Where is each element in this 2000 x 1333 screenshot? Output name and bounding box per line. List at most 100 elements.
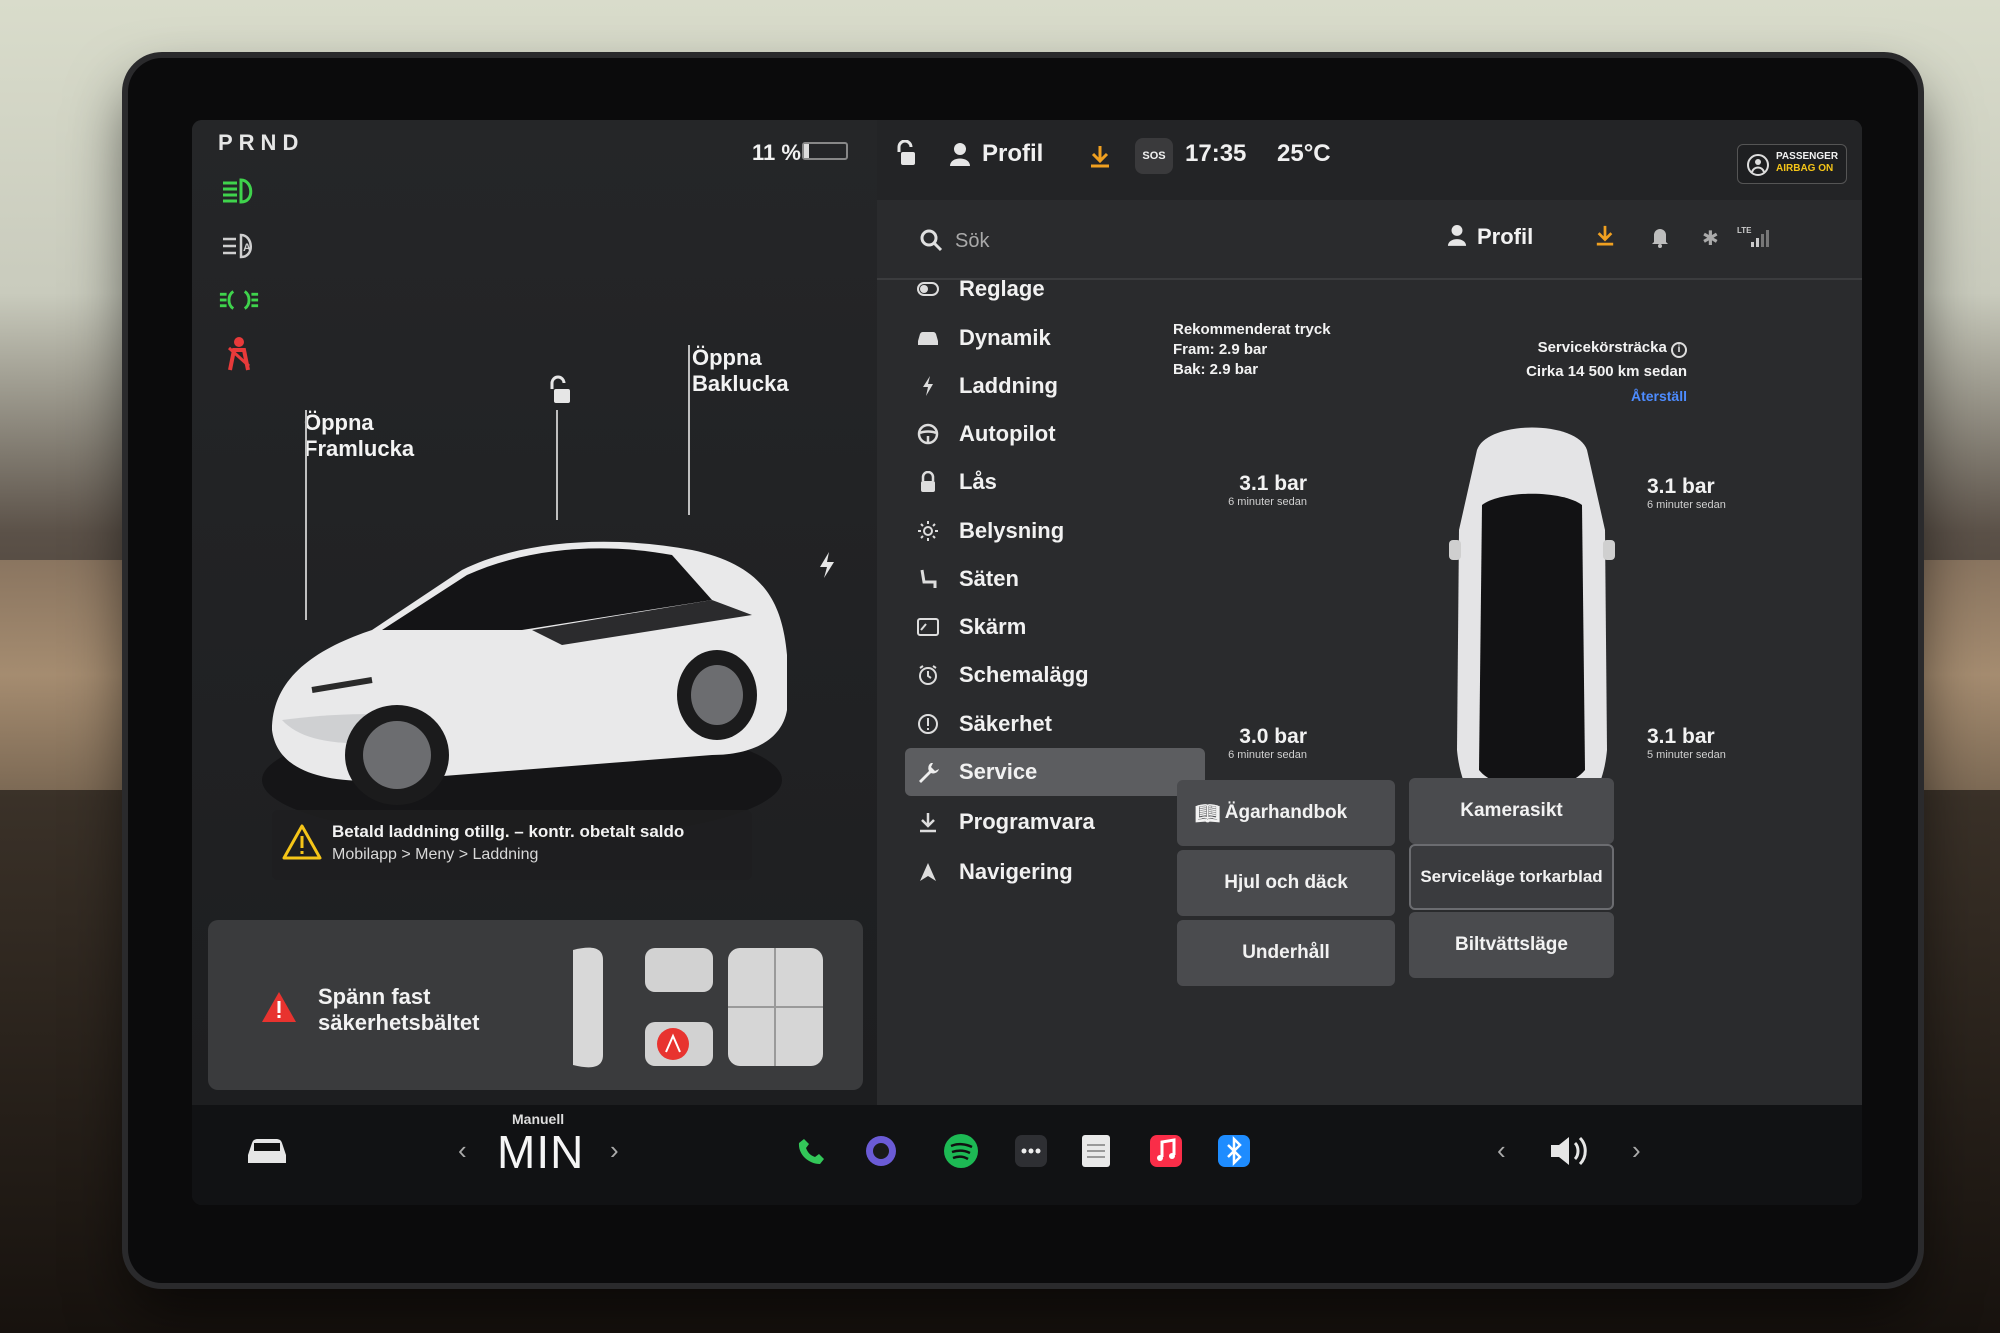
temp-increase-icon[interactable]: › <box>610 1135 619 1166</box>
lock-icon <box>905 471 951 493</box>
owners-manual-button[interactable]: 📖︎ Ägarhandbok <box>1177 780 1395 846</box>
menu-item-label: Schemalägg <box>959 662 1089 687</box>
menu-item-navigering[interactable]: Navigering <box>905 848 1205 896</box>
menu-item-säten[interactable]: Säten <box>905 555 1205 603</box>
bluetooth-icon[interactable] <box>1210 1127 1258 1175</box>
svg-text:LTE: LTE <box>1737 226 1752 235</box>
menu-item-autopilot[interactable]: Autopilot <box>905 410 1205 458</box>
svg-text:A: A <box>243 242 251 254</box>
maintenance-button[interactable]: Underhåll <box>1177 920 1395 986</box>
reset-service-link[interactable]: Återställ <box>1507 384 1687 408</box>
camera-view-button[interactable]: Kamerasikt <box>1409 778 1614 844</box>
seat-icon <box>905 568 951 590</box>
tire-front-left: 3.1 bar 6 minuter sedan <box>1228 472 1307 508</box>
menu-item-dynamik[interactable]: Dynamik <box>905 314 1205 362</box>
open-frunk-button[interactable]: Öppna Framlucka <box>304 410 414 462</box>
spotify-icon[interactable] <box>937 1127 985 1175</box>
alert-icon <box>905 713 951 735</box>
menu-item-laddning[interactable]: Laddning <box>905 362 1205 410</box>
menu-item-programvara[interactable]: Programvara <box>905 798 1205 846</box>
profile-icon <box>949 142 971 171</box>
menu-item-label: Autopilot <box>959 421 1056 446</box>
charging-warning[interactable]: Betald laddning otillg. – kontr. obetalt… <box>272 810 752 880</box>
car-icon[interactable] <box>244 1133 290 1167</box>
touchscreen: PRND A 11 % Öppna Framlucka Öppna Bakluc… <box>192 120 1862 1205</box>
headlight-icon <box>218 175 260 207</box>
volume-icon[interactable] <box>1547 1133 1591 1169</box>
menu-item-label: Reglage <box>959 276 1045 301</box>
profile-button[interactable]: Profil <box>1477 224 1533 250</box>
status-bar: Profil SOS 17:35 25°C PASSENGER AIRBAG ON <box>877 120 1862 200</box>
download-icon <box>905 811 951 833</box>
steering-wheel-icon <box>905 423 951 445</box>
search-icon[interactable] <box>919 228 943 252</box>
gear-selector: PRND <box>218 130 305 155</box>
outside-temperature: 25°C <box>1277 140 1331 167</box>
seat-map-icon <box>573 947 823 1068</box>
menu-item-label: Skärm <box>959 614 1027 639</box>
profile-icon <box>1447 224 1467 251</box>
volume-decrease-icon[interactable]: ‹ <box>1497 1135 1506 1166</box>
climate-temperature[interactable]: MIN <box>497 1125 584 1179</box>
wrench-icon <box>905 761 951 783</box>
notification-bell-icon[interactable] <box>1650 226 1670 253</box>
warning-icon <box>282 824 322 860</box>
menu-item-skärm[interactable]: Skärm <box>905 603 1205 651</box>
wheels-tires-button[interactable]: Hjul och däck <box>1177 850 1395 916</box>
menu-item-label: Lås <box>959 469 997 494</box>
vehicle-top-view <box>1449 427 1615 825</box>
seatbelt-alert-card: Spänn fast säkerhetsbältet <box>208 920 863 1090</box>
menu-item-schemalägg[interactable]: Schemalägg <box>905 651 1205 699</box>
menu-item-label: Belysning <box>959 518 1065 543</box>
menu-item-label: Säkerhet <box>959 711 1052 736</box>
status-profile[interactable]: Profil <box>982 140 1043 168</box>
vehicle-3d-model <box>262 541 787 840</box>
phone-icon[interactable] <box>787 1127 835 1175</box>
book-icon: 📖︎ <box>1195 802 1221 825</box>
car-icon <box>905 329 951 347</box>
alert-triangle-icon <box>262 992 296 1022</box>
menu-item-label: Laddning <box>959 373 1058 398</box>
charge-port-icon[interactable] <box>817 550 837 585</box>
menu-item-label: Säten <box>959 566 1019 591</box>
battery-bar <box>802 142 848 160</box>
bolt-icon <box>905 375 951 397</box>
toggle-icon <box>905 282 951 296</box>
menu-item-säkerhet[interactable]: Säkerhet <box>905 700 1205 748</box>
parking-light-icon <box>218 284 260 316</box>
tire-rear-left: 3.0 bar 6 minuter sedan <box>1228 725 1307 761</box>
navigation-icon <box>905 861 951 883</box>
download-icon[interactable] <box>1089 144 1111 173</box>
tire-rear-right: 3.1 bar 5 minuter sedan <box>1647 725 1726 761</box>
search-input[interactable]: Sök <box>955 230 989 253</box>
unlock-icon[interactable] <box>544 375 574 412</box>
seatbelt-alert-text: Spänn fast säkerhetsbältet <box>318 984 480 1035</box>
notes-icon[interactable] <box>1072 1127 1120 1175</box>
temp-decrease-icon[interactable]: ‹ <box>458 1135 467 1166</box>
menu-item-service[interactable]: Service <box>905 748 1205 796</box>
airbag-icon <box>1747 154 1769 176</box>
menu-item-label: Navigering <box>959 859 1073 884</box>
music-icon[interactable] <box>1142 1127 1190 1175</box>
battery-percent: 11 % <box>752 140 801 165</box>
car-wash-mode-button[interactable]: Biltvättsläge <box>1409 912 1614 978</box>
clock-icon <box>905 664 951 686</box>
more-apps-icon[interactable] <box>1007 1127 1055 1175</box>
tire-front-right: 3.1 bar 6 minuter sedan <box>1647 475 1726 511</box>
lock-status-icon[interactable] <box>893 139 919 175</box>
menu-item-lås[interactable]: Lås <box>905 458 1205 506</box>
lte-signal-icon: LTE <box>1737 224 1773 253</box>
menu-item-belysning[interactable]: Belysning <box>905 507 1205 555</box>
menu-item-reglage[interactable]: Reglage <box>905 265 1205 313</box>
sos-button[interactable]: SOS <box>1135 138 1173 174</box>
menu-item-label: Programvara <box>959 809 1095 834</box>
service-distance: Servicekörsträcka i Cirka 14 500 km seda… <box>1507 336 1687 408</box>
recommended-pressure: Rekommenderat tryck Fram: 2.9 bar Bak: 2… <box>1173 321 1331 378</box>
download-icon[interactable] <box>1595 224 1615 251</box>
camera-app-icon[interactable] <box>857 1127 905 1175</box>
wiper-service-mode-button[interactable]: Serviceläge torkarblad <box>1409 844 1614 910</box>
clock: 17:35 <box>1185 140 1247 167</box>
volume-increase-icon[interactable]: › <box>1632 1135 1641 1166</box>
menu-item-label: Dynamik <box>959 325 1051 350</box>
open-trunk-button[interactable]: Öppna Baklucka <box>692 345 789 397</box>
